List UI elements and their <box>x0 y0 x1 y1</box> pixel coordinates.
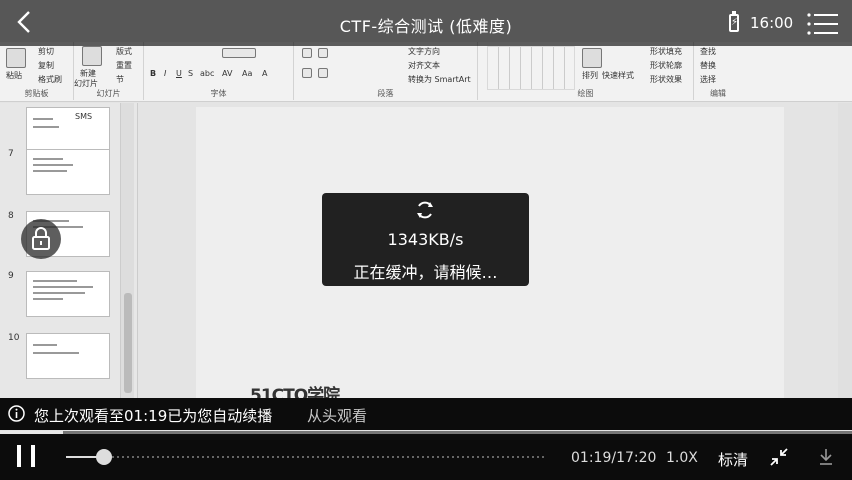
numbering-icon <box>318 48 328 58</box>
restart-button[interactable]: 从头观看 <box>307 405 367 426</box>
resume-suffix: 已为您自动续播 <box>167 407 273 425</box>
ribbon-label: I <box>164 69 167 78</box>
slide-thumbnail: SMS <box>26 107 110 153</box>
font-size-box <box>222 48 256 58</box>
ribbon-label: 版式 <box>116 47 132 56</box>
battery-icon: ⚡ <box>729 11 739 32</box>
ribbon-label: 文字方向 <box>408 47 440 56</box>
ribbon-label: Aa <box>242 69 253 78</box>
ribbon-label: 粘贴 <box>6 71 22 80</box>
pause-button[interactable] <box>15 445 39 467</box>
slide-thumbnail <box>26 333 110 379</box>
resume-prefix: 您上次观看至 <box>34 407 125 425</box>
ribbon-label: 转换为 SmartArt <box>408 75 471 84</box>
ribbon-label: 格式刷 <box>38 75 62 84</box>
screen-lock-button[interactable] <box>21 219 61 259</box>
align-center-icon <box>318 68 328 78</box>
clock: 16:00 <box>750 14 794 32</box>
ribbon-label: 形状轮廓 <box>650 61 682 70</box>
ribbon-group-clipboard: 粘贴 剪切 复制 格式刷 剪贴板 <box>0 42 74 100</box>
ribbon-group-title: 绘图 <box>577 89 594 98</box>
info-icon <box>8 405 25 422</box>
ribbon-label: 选择 <box>700 75 716 84</box>
download-icon[interactable] <box>818 448 834 466</box>
total-time: 17:20 <box>616 450 657 466</box>
ribbon-label: 查找 <box>700 47 716 56</box>
ribbon-label: 复制 <box>38 61 54 70</box>
ribbon-group-title: 编辑 <box>710 89 726 98</box>
paste-icon <box>6 48 26 68</box>
slide-thumbnail <box>26 271 110 317</box>
volume-slider[interactable] <box>66 449 546 465</box>
ribbon-label: 对齐文本 <box>408 61 440 70</box>
slide-scrollbar <box>838 103 852 400</box>
ribbon-label: 形状效果 <box>650 75 682 84</box>
thumbnail-number: 9 <box>8 271 14 281</box>
thumbnail-number: 10 <box>8 333 20 343</box>
player-controls: 01:19/17:20 1.0X 标清 <box>0 434 852 480</box>
ribbon-group-title: 幻灯片 <box>96 89 121 98</box>
pause-icon <box>17 445 21 467</box>
time-display: 01:19/17:20 <box>571 450 656 466</box>
ribbon-group-slides: 新建 幻灯片 版式 重置 节 幻灯片 <box>74 42 144 100</box>
pause-icon-bar <box>31 445 35 467</box>
ribbon-label: 重置 <box>116 61 132 70</box>
buffering-dialog: 1343KB/s 正在缓冲，请稍候… <box>322 193 529 286</box>
volume-knob[interactable] <box>96 449 113 465</box>
thumbnail-label: SMS <box>75 112 93 121</box>
ribbon-group-paragraph: 文字方向 对齐文本 转换为 SmartArt 段落 <box>294 42 478 100</box>
refresh-spinner-icon <box>417 201 433 219</box>
quality-button[interactable]: 标清 <box>718 449 748 470</box>
resume-time: 01:19 <box>124 407 168 425</box>
thumbnail-scrollbar <box>120 103 134 400</box>
thumbnail-number: 8 <box>8 211 14 221</box>
ribbon-group-editing: 查找 替换 选择 编辑 <box>694 42 742 100</box>
thumbnail-number: 7 <box>8 149 14 159</box>
ribbon-label: U <box>176 69 182 78</box>
align-left-icon <box>302 68 312 78</box>
ribbon-label: 快速样式 <box>602 71 634 80</box>
buffer-speed: 1343KB/s <box>387 230 464 249</box>
ribbon-label: 剪切 <box>38 47 54 56</box>
current-time: 01:19 <box>571 450 612 466</box>
ribbon-label: 形状填充 <box>650 47 682 56</box>
ribbon-group-title: 剪贴板 <box>24 89 49 98</box>
arrange-icon <box>582 48 602 68</box>
ribbon-group-title: 段落 <box>377 89 394 98</box>
ribbon-group-title: 字体 <box>210 89 227 98</box>
slide-thumbnail <box>26 149 110 195</box>
ribbon-label: A <box>262 69 268 78</box>
lock-icon <box>32 227 50 250</box>
exit-fullscreen-icon[interactable] <box>770 448 788 466</box>
resume-message: 您上次观看至01:19已为您自动续播 <box>34 405 272 426</box>
ribbon-label: S <box>188 69 194 78</box>
playback-speed-button[interactable]: 1.0X <box>666 450 698 466</box>
ribbon-label: B <box>150 69 157 78</box>
video-title: CTF-综合测试 (低难度) <box>339 17 513 36</box>
bullets-icon <box>302 48 312 58</box>
resume-notice: 您上次观看至01:19已为您自动续播 从头观看 <box>0 398 852 430</box>
menu-icon[interactable] <box>806 12 838 36</box>
ribbon-group-drawing: 排列 快速样式 形状填充 形状轮廓 形状效果 绘图 <box>478 42 694 100</box>
ribbon-label: 替换 <box>700 61 716 70</box>
ribbon-label: AV <box>222 69 233 78</box>
volume-track <box>112 456 546 458</box>
new-slide-icon <box>82 46 102 66</box>
ribbon-label: 节 <box>116 75 124 84</box>
buffer-message: 正在缓冲，请稍候… <box>353 263 498 282</box>
ribbon-group-font: B I U S abc AV Aa A 字体 <box>144 42 294 100</box>
charging-icon: ⚡ <box>731 17 739 28</box>
top-bar: CTF-综合测试 (低难度) ⚡ 16:00 <box>0 0 852 46</box>
ribbon-label: abc <box>200 69 215 78</box>
ppt-ribbon: 粘贴 剪切 复制 格式刷 剪贴板 新建 幻灯片 版式 重置 节 幻灯片 B I … <box>0 42 852 102</box>
ribbon-label: 排列 <box>582 71 598 80</box>
